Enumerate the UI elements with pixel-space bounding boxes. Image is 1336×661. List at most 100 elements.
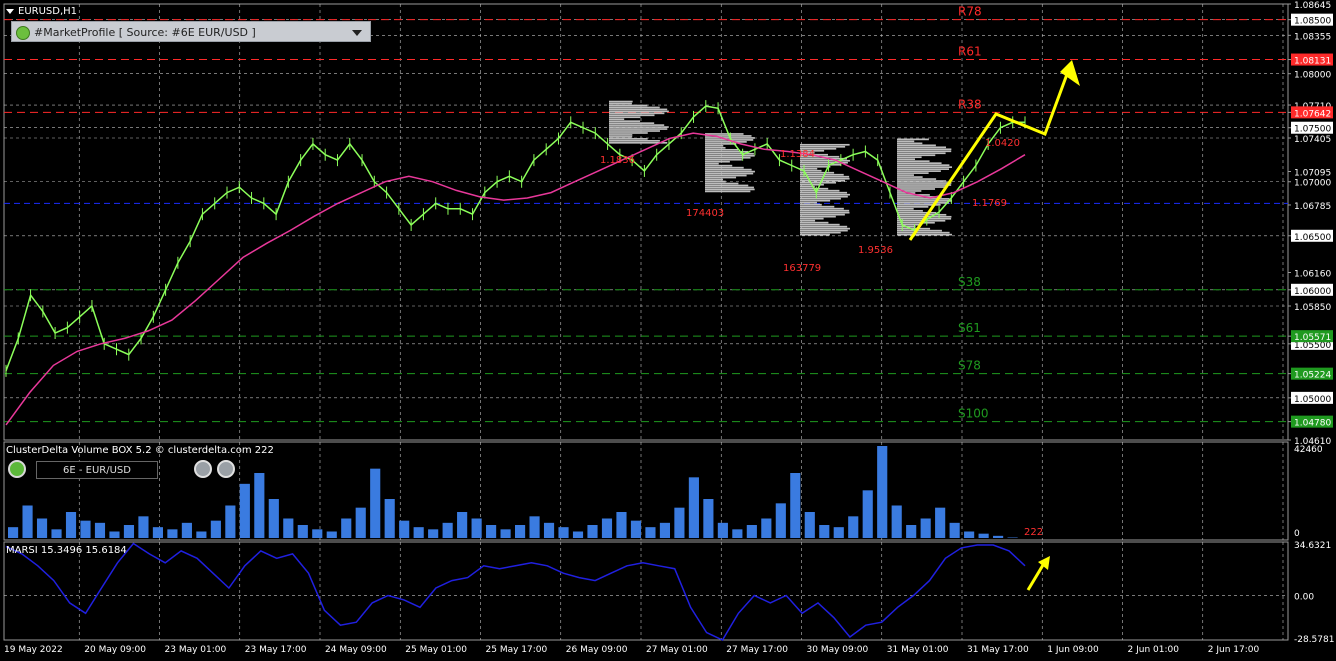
volume-bar <box>65 511 77 538</box>
volume-bar <box>703 498 714 538</box>
volume-bar <box>920 518 931 538</box>
profile-bar <box>609 128 668 130</box>
profile-bar <box>609 108 668 111</box>
profile-bar <box>705 166 744 169</box>
profile-value-label: 1.1384 <box>780 149 815 160</box>
volume-bar <box>80 520 91 538</box>
clipboard-icon[interactable] <box>217 460 235 478</box>
profile-bar <box>897 231 950 234</box>
profile-bar <box>800 225 848 228</box>
profile-bar <box>800 217 824 220</box>
collapse-triangle-icon[interactable] <box>6 8 14 14</box>
marsi-axis-label: 0.00 <box>1294 592 1314 602</box>
profile-bar <box>897 168 950 170</box>
profile-bar <box>800 199 831 202</box>
profile-bar <box>705 146 726 149</box>
profile-bar <box>609 126 669 128</box>
price-axis-label: 1.07095 <box>1294 168 1331 178</box>
profile-bar <box>897 233 952 236</box>
profile-bar <box>897 229 942 232</box>
profile-bar <box>897 184 952 186</box>
volume-bar <box>906 524 917 538</box>
volume-bar <box>993 535 1004 538</box>
profile-bar <box>897 148 952 151</box>
volume-bar <box>254 472 265 538</box>
volume-last-value: 222 <box>1024 527 1043 538</box>
profile-bar <box>897 176 923 178</box>
profile-bar <box>897 154 936 157</box>
profile-bar <box>705 170 755 173</box>
time-axis-label: 2 Jun 01:00 <box>1128 645 1180 655</box>
profile-bar <box>609 138 648 140</box>
profile-bar <box>705 145 724 147</box>
profile-bar <box>705 174 747 177</box>
profile-bar <box>800 219 816 222</box>
profile-bar <box>609 134 633 136</box>
profile-bar <box>897 138 929 141</box>
profile-bar <box>897 160 930 163</box>
profile-bar <box>705 154 755 157</box>
clusterdelta-ok-icon[interactable] <box>8 460 26 478</box>
price-axis-label: 1.06160 <box>1294 270 1331 280</box>
profile-bar <box>897 200 952 202</box>
profile-bar <box>897 188 936 190</box>
profile-value-label: 163779 <box>783 263 821 274</box>
profile-bar <box>609 140 660 142</box>
profile-bar <box>800 195 848 198</box>
volume-bar <box>717 522 728 538</box>
volume-bar <box>978 533 989 538</box>
profile-bar <box>705 164 733 167</box>
marsi-panel-frame <box>3 541 1289 641</box>
profile-bar <box>800 197 841 200</box>
volume-bar <box>587 524 598 538</box>
volume-bar <box>22 505 33 538</box>
level-label: R38 <box>958 97 982 111</box>
volume-bar <box>819 524 830 538</box>
profile-bar <box>705 148 739 151</box>
volume-bar <box>486 524 497 538</box>
profile-bar <box>800 221 829 224</box>
profile-bar <box>897 223 922 226</box>
profile-bar <box>897 146 947 149</box>
volume-axis-max: 42460 <box>1294 445 1323 455</box>
time-axis-label: 31 May 17:00 <box>967 645 1029 655</box>
market-profile-icon <box>16 26 30 40</box>
profile-bar <box>897 142 923 145</box>
volume-bar <box>862 490 873 538</box>
volume-bar <box>341 518 352 538</box>
profile-value-label: 1.1836 <box>600 155 635 166</box>
price-axis-label: 1.05850 <box>1294 303 1331 313</box>
profile-bar <box>800 213 845 216</box>
volume-panel-frame <box>3 441 1289 541</box>
time-axis-label: 25 May 17:00 <box>486 645 548 655</box>
profile-bar <box>609 104 648 107</box>
price-axis-label: 1.06785 <box>1294 202 1331 212</box>
price-axis-label: 1.08131 <box>1294 57 1331 67</box>
profile-bar <box>897 186 946 188</box>
time-axis-label: 23 May 01:00 <box>165 645 227 655</box>
clusterdelta-symbol-field[interactable]: 6E - EUR/USD <box>36 461 158 479</box>
marsi-line <box>5 542 1026 641</box>
level-label: R78 <box>958 5 982 19</box>
volume-bar <box>775 503 786 538</box>
sound-icon[interactable] <box>194 460 212 478</box>
volume-bar <box>384 498 395 538</box>
price-panel-frame <box>3 3 1289 441</box>
profile-bar <box>609 114 655 117</box>
profile-bar <box>705 188 755 191</box>
level-label: S78 <box>958 359 981 373</box>
profile-bar <box>800 215 836 218</box>
market-profile-selector[interactable]: #MarketProfile [ Source: #6E EUR/USD ] <box>11 21 371 42</box>
profile-value-label: 174403 <box>686 208 724 219</box>
profile-bar <box>800 205 835 208</box>
price-axis-label: 1.06500 <box>1294 233 1331 243</box>
level-label: S100 <box>958 407 989 421</box>
time-axis-label: 1 Jun 09:00 <box>1047 645 1099 655</box>
volume-bar <box>964 531 975 538</box>
volume-bar <box>94 522 106 538</box>
profile-bar <box>705 162 719 165</box>
volume-bar <box>138 516 149 538</box>
profile-value-label: 1.0420 <box>985 138 1020 149</box>
volume-bar <box>674 507 685 538</box>
chevron-down-icon[interactable] <box>352 30 362 36</box>
